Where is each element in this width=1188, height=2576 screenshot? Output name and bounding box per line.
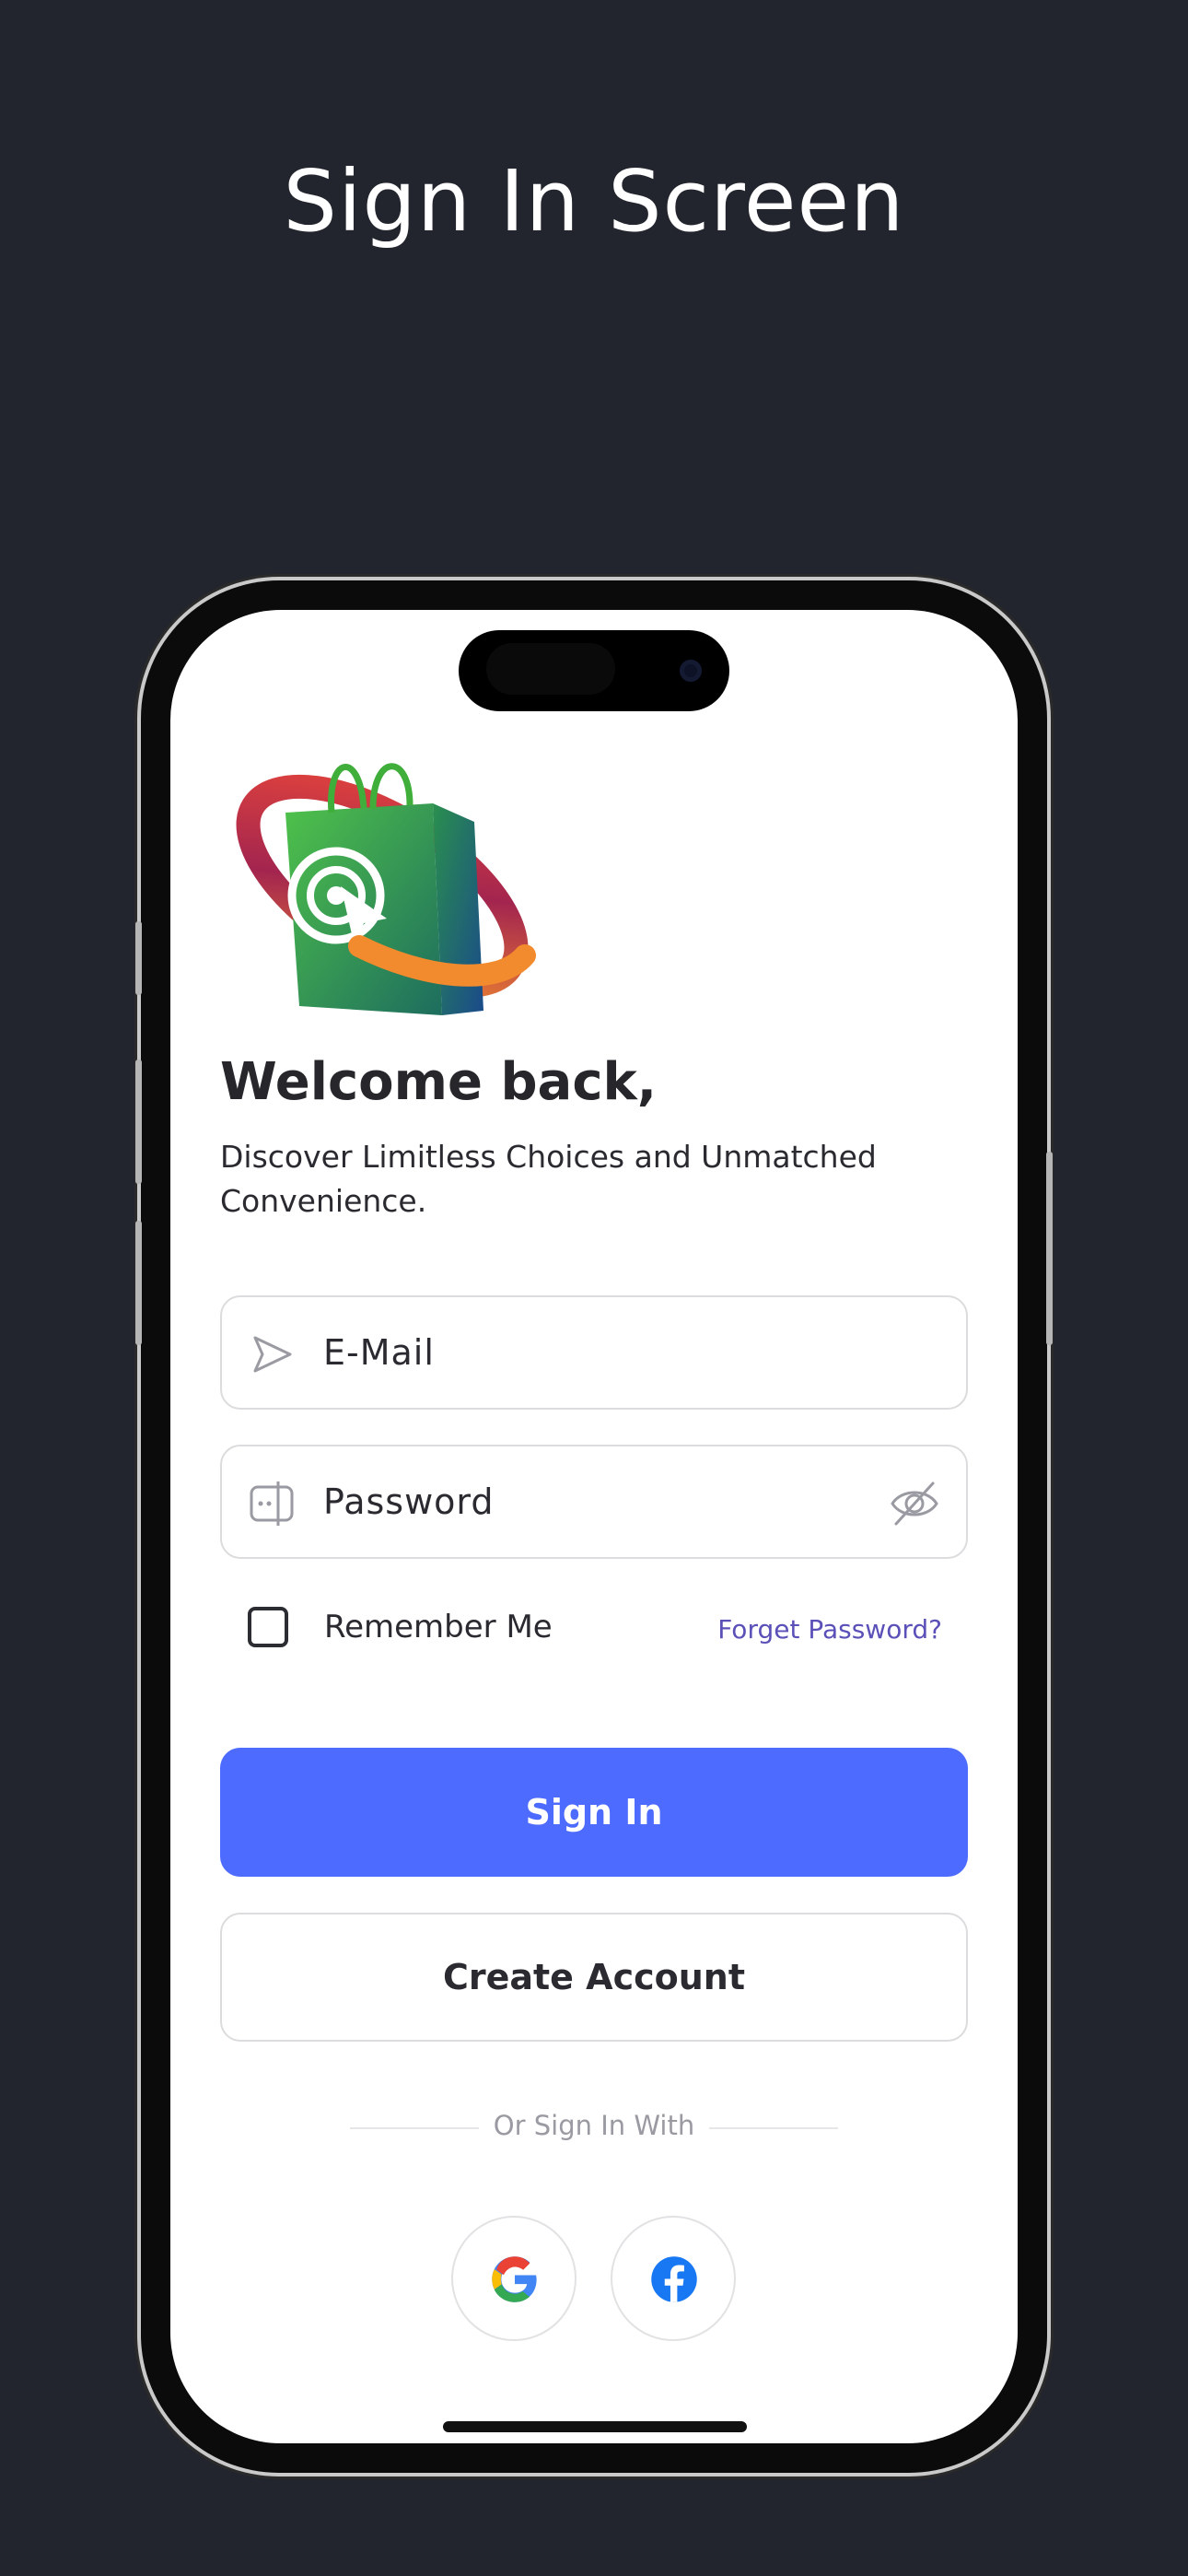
shopping-bag-logo-icon [236,763,536,1015]
welcome-subtitle: Discover Limitless Choices and Unmatched… [220,1139,877,1219]
password-placeholder: Password [323,1481,495,1522]
google-icon [492,2256,537,2302]
divider-text: Or Sign In With [493,2110,695,2141]
phone-power-button [1046,1152,1053,1345]
phone-screen: Welcome back, Discover Limitless Choices… [170,610,1018,2443]
phone-silent-switch [135,921,142,995]
phone-volume-up [135,1060,142,1184]
page-title: Sign In Screen [283,152,905,251]
divider-right [709,2127,838,2129]
island-sensor [486,643,615,695]
dynamic-island [459,630,729,711]
google-signin-button[interactable] [451,2216,577,2341]
remember-me-label[interactable]: Remember Me [324,1609,553,1645]
password-field[interactable]: Password [220,1445,968,1559]
email-placeholder: E-Mail [323,1332,435,1373]
sign-in-button[interactable]: Sign In [220,1748,968,1877]
facebook-icon [651,2256,697,2302]
home-indicator [443,2421,747,2432]
create-account-button[interactable]: Create Account [220,1913,968,2042]
send-direction-icon [253,1336,292,1373]
island-camera [680,660,702,682]
forgot-password-link[interactable]: Forget Password? [717,1614,942,1645]
password-lock-icon [250,1481,294,1526]
facebook-signin-button[interactable] [611,2216,736,2341]
welcome-heading: Welcome back, [220,1052,658,1112]
remember-me-checkbox[interactable] [248,1607,288,1647]
email-field[interactable]: E-Mail [220,1295,968,1410]
phone-volume-down [135,1221,142,1345]
eye-slash-icon[interactable] [889,1478,940,1529]
